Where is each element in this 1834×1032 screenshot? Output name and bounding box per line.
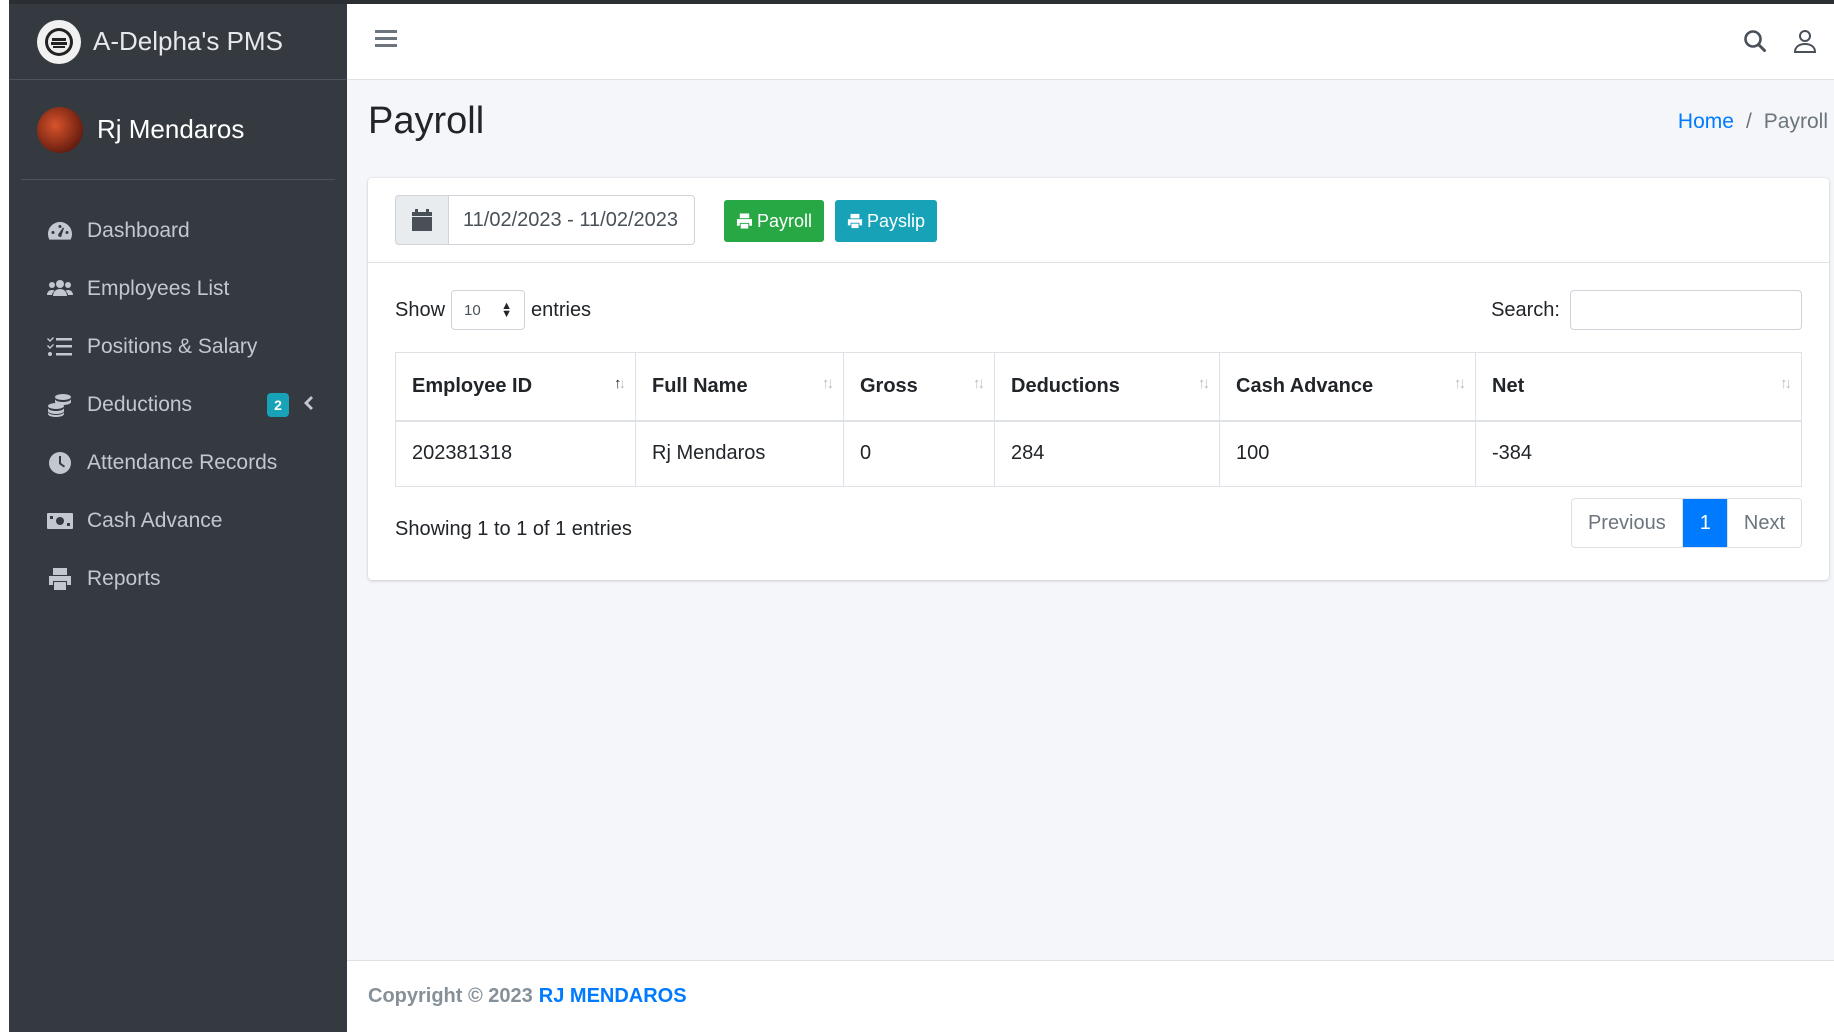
column-header-label: Cash Advance xyxy=(1236,374,1374,397)
brand-link[interactable]: A-Delpha's PMS xyxy=(9,4,347,80)
footer-owner-link[interactable]: RJ MENDAROS xyxy=(539,985,687,1008)
coins-icon xyxy=(45,392,75,418)
column-header-employee-id[interactable]: Employee ID ↑↓ xyxy=(395,352,636,422)
sidebar-item-attendance-records[interactable]: Attendance Records xyxy=(9,434,347,492)
breadcrumb-home-link[interactable]: Home xyxy=(1678,110,1734,134)
print-icon xyxy=(736,213,753,229)
cell-employee-id: 202381318 xyxy=(395,420,636,487)
search-label: Search: xyxy=(1491,298,1560,321)
list-icon xyxy=(45,334,75,360)
sidebar-item-reports[interactable]: Reports xyxy=(9,550,347,608)
column-header-net[interactable]: Net ↑↓ xyxy=(1475,352,1802,422)
sidebar-item-label: Reports xyxy=(87,567,161,590)
sidebar-nav: Dashboard Employees List Positions & Sal… xyxy=(9,180,347,608)
pagination-previous-button[interactable]: Previous xyxy=(1572,499,1683,547)
copyright-text: Copyright © 2023 xyxy=(368,985,533,1007)
table-header-row: Employee ID ↑↓ Full Name ↑↓ Gross ↑↓ Deduct… xyxy=(395,352,1802,422)
cell-deductions: 284 xyxy=(994,420,1220,487)
column-header-gross[interactable]: Gross ↑↓ xyxy=(843,352,995,422)
sort-icon: ↑↓ xyxy=(822,375,834,392)
pagination-next-button[interactable]: Next xyxy=(1726,499,1801,547)
brand-name: A-Delpha's PMS xyxy=(93,26,283,56)
sidebar-item-cash-advance[interactable]: Cash Advance xyxy=(9,492,347,550)
pagination-page-button[interactable]: 1 xyxy=(1682,499,1727,547)
sort-icon: ↑↓ xyxy=(1454,375,1466,392)
entries-label: entries xyxy=(531,298,592,321)
column-header-full-name[interactable]: Full Name ↑↓ xyxy=(635,352,844,422)
date-range-value: 11/02/2023 - 11/02/2023 xyxy=(463,208,678,231)
chevron-left-icon[interactable] xyxy=(301,394,315,417)
date-range-input[interactable]: 11/02/2023 - 11/02/2023 xyxy=(449,195,695,245)
entries-length-control: Show 10 ▲ ▼ entries xyxy=(395,290,591,330)
sidebar-item-deductions[interactable]: Deductions 2 xyxy=(9,376,347,434)
entries-select-value: 10 xyxy=(464,301,481,319)
card-header: 11/02/2023 - 11/02/2023 Payroll Payslip xyxy=(368,178,1829,263)
sort-icon: ↑↓ xyxy=(1198,375,1210,392)
sort-icon: ↑↓ xyxy=(973,375,985,392)
sort-icon: ↑↓ xyxy=(1780,375,1792,392)
select-arrows-icon: ▲ ▼ xyxy=(501,300,513,320)
tachometer-icon xyxy=(45,218,75,244)
breadcrumb: Home / Payroll xyxy=(1678,110,1828,134)
sidebar-item-label: Cash Advance xyxy=(87,509,223,532)
sidebar-item-label: Deductions xyxy=(87,393,193,416)
table-row: 202381318 Rj Mendaros 0 284 100 -384 xyxy=(395,420,1802,487)
column-header-label: Full Name xyxy=(652,374,748,397)
clock-icon xyxy=(45,450,75,476)
sidebar-item-label: Employees List xyxy=(87,277,230,300)
brand-logo-icon xyxy=(37,19,81,64)
column-header-deductions[interactable]: Deductions ↑↓ xyxy=(994,352,1220,422)
sidebar-item-label: Attendance Records xyxy=(87,451,278,474)
cell-full-name: Rj Mendaros xyxy=(635,420,844,487)
payroll-button-label: Payroll xyxy=(756,210,812,231)
calendar-icon[interactable] xyxy=(395,195,449,245)
user-panel[interactable]: Rj Mendaros xyxy=(21,80,335,180)
user-icon[interactable] xyxy=(1792,28,1818,54)
sidebar-item-dashboard[interactable]: Dashboard xyxy=(9,202,347,260)
sidebar-item-label: Positions & Salary xyxy=(87,335,258,358)
payroll-table: Employee ID ↑↓ Full Name ↑↓ Gross ↑↓ Deduct… xyxy=(395,352,1802,487)
top-navbar xyxy=(347,4,1834,80)
column-header-label: Net xyxy=(1492,374,1525,397)
payslip-button-label: Payslip xyxy=(866,210,925,231)
cell-cash-advance: 100 xyxy=(1219,420,1476,487)
table-search: Search: xyxy=(1491,290,1802,330)
cell-gross: 0 xyxy=(843,420,995,487)
show-label: Show xyxy=(395,298,446,321)
menu-toggle-icon[interactable] xyxy=(375,30,397,48)
sidebar-item-employees-list[interactable]: Employees List xyxy=(9,260,347,318)
sidebar-item-positions-salary[interactable]: Positions & Salary xyxy=(9,318,347,376)
breadcrumb-separator: / xyxy=(1745,110,1752,133)
sidebar-item-label: Dashboard xyxy=(87,219,190,242)
table-info: Showing 1 to 1 of 1 entries xyxy=(395,518,632,540)
money-icon xyxy=(45,508,75,534)
user-name: Rj Mendaros xyxy=(97,114,245,144)
sort-ascending-icon: ↑↓ xyxy=(614,375,626,392)
column-header-cash-advance[interactable]: Cash Advance ↑↓ xyxy=(1219,352,1476,422)
print-icon xyxy=(847,213,863,229)
deductions-badge: 2 xyxy=(267,393,289,417)
column-header-label: Deductions xyxy=(1011,374,1120,397)
print-payslip-button[interactable]: Payslip xyxy=(835,200,937,242)
search-icon[interactable] xyxy=(1742,28,1768,54)
left-border xyxy=(0,0,9,1032)
column-header-label: Gross xyxy=(860,374,918,397)
print-icon xyxy=(45,566,75,592)
sidebar: A-Delpha's PMS Rj Mendaros Dashboard Emp… xyxy=(9,4,347,1032)
avatar xyxy=(37,106,83,153)
table-search-input[interactable] xyxy=(1570,290,1802,330)
date-range-group: 11/02/2023 - 11/02/2023 xyxy=(395,195,695,245)
footer: Copyright © 2023 RJ MENDAROS xyxy=(347,960,1834,1032)
pagination: Previous 1 Next xyxy=(1570,498,1802,548)
entries-select[interactable]: 10 ▲ ▼ xyxy=(451,290,526,330)
page-title: Payroll xyxy=(368,100,485,142)
users-icon xyxy=(45,276,75,302)
column-header-label: Employee ID xyxy=(412,374,533,397)
cell-net: -384 xyxy=(1475,420,1802,487)
payroll-card: 11/02/2023 - 11/02/2023 Payroll Payslip … xyxy=(368,178,1829,580)
breadcrumb-current: Payroll xyxy=(1763,110,1828,133)
print-payroll-button[interactable]: Payroll xyxy=(724,200,824,242)
